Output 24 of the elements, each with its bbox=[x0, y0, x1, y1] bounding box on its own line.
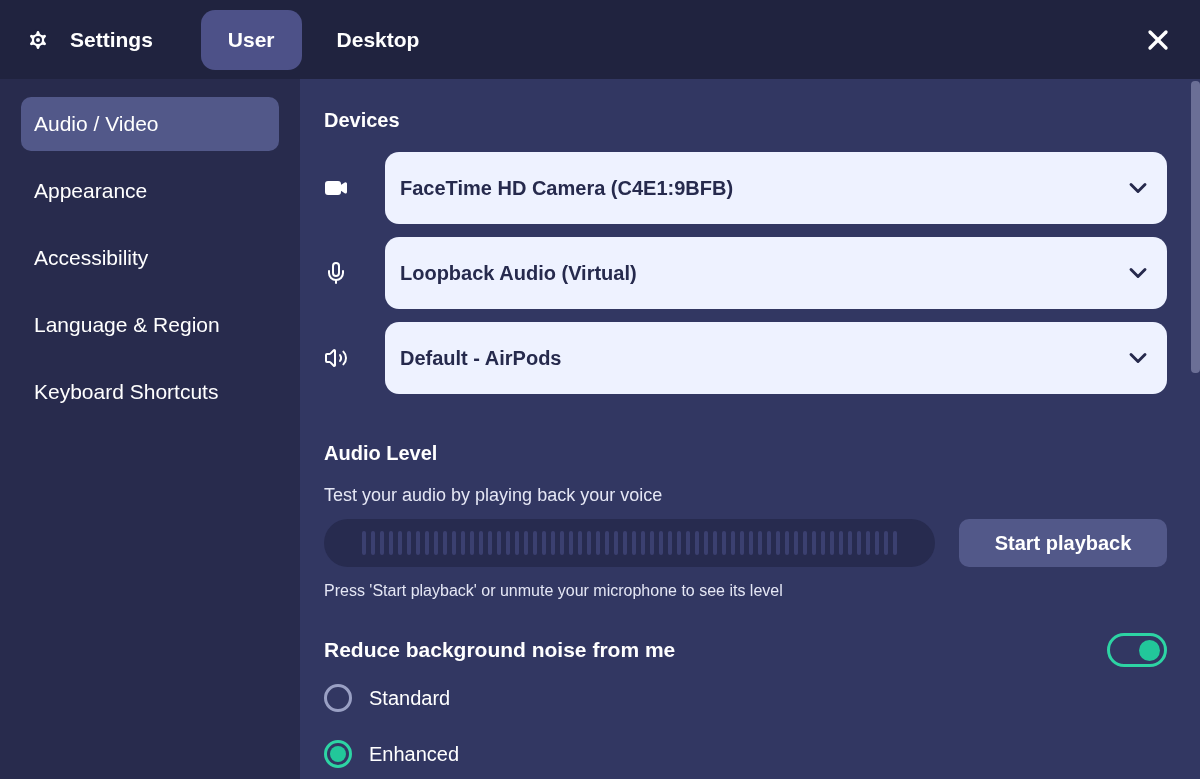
radio-button[interactable] bbox=[324, 740, 352, 768]
sidebar-item[interactable]: Audio / Video bbox=[21, 97, 279, 151]
tab[interactable]: Desktop bbox=[309, 9, 447, 70]
speaker-icon bbox=[324, 346, 348, 370]
sidebar-item[interactable]: Keyboard Shortcuts bbox=[21, 365, 279, 419]
hint-text: Press 'Start playback' or unmute your microphone to see its level bbox=[324, 581, 784, 601]
radio-button[interactable] bbox=[324, 684, 352, 712]
radio-label: Standard bbox=[369, 686, 451, 711]
settings-title: Settings bbox=[70, 26, 153, 53]
device-dropdown[interactable]: FaceTime HD Camera (C4E1:9BFB) bbox=[385, 152, 1167, 224]
device-dropdown[interactable]: Loopback Audio (Virtual) bbox=[385, 237, 1167, 309]
section-subtitle: Test your audio by playing back your voice bbox=[324, 484, 664, 507]
device-dropdown[interactable]: Default - AirPods bbox=[385, 322, 1167, 394]
section-title: Reduce background noise from me bbox=[324, 637, 676, 664]
scrollbar-thumb[interactable] bbox=[1191, 81, 1200, 373]
sidebar-item[interactable]: Appearance bbox=[21, 164, 279, 218]
sidebar-item[interactable]: Accessibility bbox=[21, 231, 279, 285]
radio-label: Enhanced bbox=[369, 742, 460, 767]
toggle-switch[interactable] bbox=[1107, 633, 1167, 667]
section-title: Devices bbox=[324, 108, 401, 133]
tab[interactable]: User bbox=[200, 9, 302, 70]
sidebar-item[interactable]: Language & Region bbox=[21, 298, 279, 352]
section-title: Audio Level bbox=[324, 441, 439, 466]
start-playback-button[interactable]: Start playback bbox=[959, 519, 1167, 567]
